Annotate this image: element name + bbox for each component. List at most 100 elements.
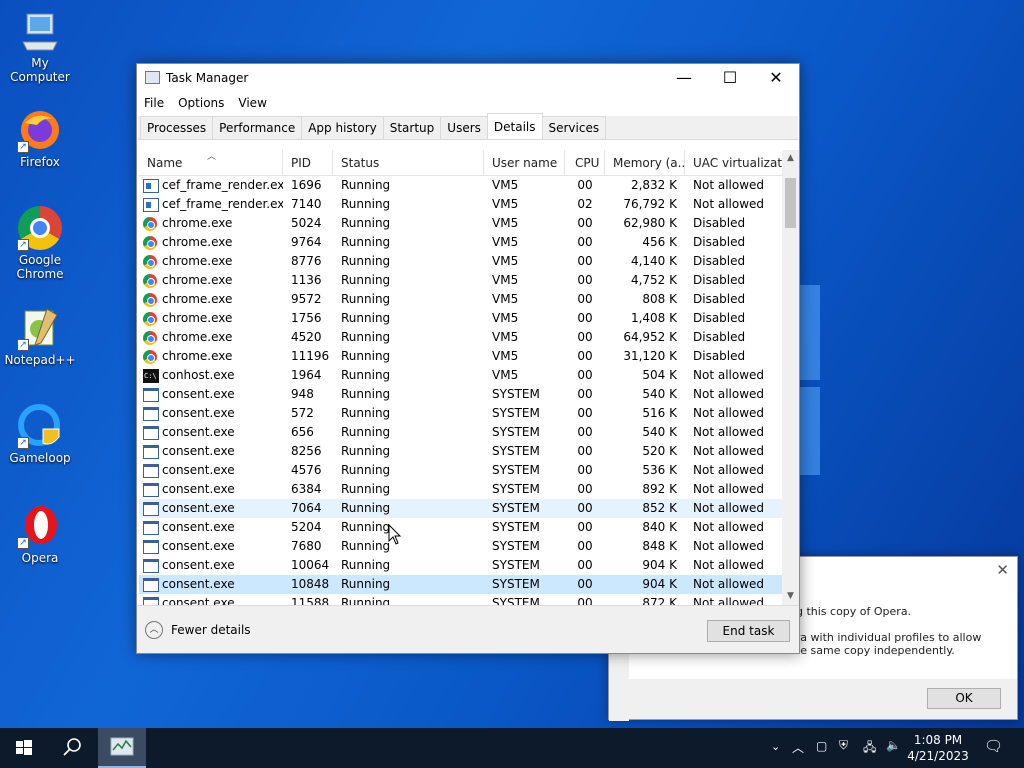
fewer-details-button[interactable]: ︿ Fewer details (145, 621, 251, 639)
cell-status: Running (341, 216, 391, 230)
table-row[interactable]: chrome.exe 9764 Running VM5 00 456 K Disabled (139, 233, 799, 252)
window-icon (143, 539, 159, 554)
scroll-down-icon[interactable]: ▼ (782, 588, 799, 605)
console-icon: C:\ (143, 368, 159, 383)
table-row[interactable]: consent.exe 7064 Running SYSTEM 00 852 K Not a… (139, 499, 799, 518)
cell-user-name: SYSTEM (492, 577, 540, 591)
title-bar[interactable]: Task Manager — ☐ ✕ (137, 64, 799, 92)
desktop-icon-gameloop[interactable]: ↗ Gameloop (0, 403, 80, 465)
column-header-uac-virtualization[interactable]: UAC virtualizat... (685, 150, 785, 176)
network-icon[interactable]: 🖧 (863, 738, 876, 759)
table-row[interactable]: consent.exe 6384 Running SYSTEM 00 892 K Not a… (139, 480, 799, 499)
volume-icon[interactable]: 🔈 (886, 738, 901, 752)
chrome-icon (143, 254, 157, 269)
column-header-cpu[interactable]: CPU (565, 150, 605, 176)
notification-icon[interactable]: 🗨 (984, 737, 1003, 755)
search-button[interactable] (48, 728, 96, 768)
desktop-icon-notepad-plus-plus[interactable]: ↗ Notepad++ (0, 305, 80, 367)
table-row[interactable]: chrome.exe 4520 Running VM5 00 64,952 K Disabl… (139, 328, 799, 347)
table-row[interactable]: C:\ conhost.exe 1964 Running VM5 00 504 K Not a… (139, 366, 799, 385)
desktop-icon-label: My Computer (10, 56, 70, 84)
cell-cpu: 00 (577, 330, 593, 344)
cell-status: Running (341, 463, 391, 477)
menu-options[interactable]: Options (178, 96, 224, 110)
close-icon[interactable]: ✕ (996, 561, 1009, 579)
cell-pid: 8256 (291, 444, 322, 458)
tab-users[interactable]: Users (440, 116, 488, 139)
scroll-down-chevron-icon[interactable]: ⌄ (771, 740, 780, 753)
window-icon (143, 520, 159, 535)
table-row[interactable]: chrome.exe 11196 Running VM5 00 31,120 K Disab… (139, 347, 799, 366)
cell-uac-virtualization: Not allowed (693, 539, 765, 553)
column-header-memory[interactable]: Memory (a... (605, 150, 685, 176)
mouse-cursor-icon (388, 524, 402, 545)
vertical-scrollbar[interactable]: ▲ ▼ (782, 150, 799, 605)
table-row[interactable]: chrome.exe 1756 Running VM5 00 1,408 K Disable… (139, 309, 799, 328)
tab-processes[interactable]: Processes (140, 116, 214, 139)
table-row[interactable]: consent.exe 10064 Running SYSTEM 00 904 K Not … (139, 556, 799, 575)
table-row[interactable]: cef_frame_render.exe 7140 Running VM5 02 76,7… (139, 195, 799, 214)
table-row[interactable]: consent.exe 5204 Running SYSTEM 00 840 K Not a… (139, 518, 799, 537)
tablet-icon[interactable]: ▢ (816, 739, 827, 753)
show-hidden-icons-icon[interactable]: ︿ (792, 739, 804, 756)
menu-file[interactable]: File (144, 96, 164, 110)
ok-button[interactable]: OK (927, 688, 1001, 709)
cell-pid: 1136 (291, 273, 322, 287)
cell-user-name: SYSTEM (492, 463, 540, 477)
table-row[interactable]: consent.exe 4576 Running SYSTEM 00 536 K Not a… (139, 461, 799, 480)
application-icon (143, 178, 159, 193)
chrome-icon: ↗ (17, 205, 63, 251)
table-row[interactable]: consent.exe 8256 Running SYSTEM 00 520 K Not a… (139, 442, 799, 461)
table-row[interactable]: chrome.exe 5024 Running VM5 00 62,980 K Disabl… (139, 214, 799, 233)
shortcut-arrow-icon: ↗ (17, 537, 29, 549)
table-row[interactable]: cef_frame_render.exe 1696 Running VM5 00 2,83… (139, 176, 799, 195)
table-row[interactable]: consent.exe 10848 Running SYSTEM 00 904 K Not … (139, 575, 799, 594)
chrome-icon (143, 330, 157, 345)
menu-view[interactable]: View (238, 96, 266, 110)
table-body: cef_frame_render.exe 1696 Running VM5 00 2,83… (139, 176, 799, 605)
table-row[interactable]: chrome.exe 1136 Running VM5 00 4,752 K Disable… (139, 271, 799, 290)
close-button[interactable]: ✕ (753, 64, 799, 92)
column-header-status[interactable]: Status (333, 150, 484, 176)
desktop-icon-my-computer[interactable]: My Computer (0, 8, 80, 84)
tab-details[interactable]: Details (486, 113, 543, 139)
table-row[interactable]: consent.exe 7680 Running SYSTEM 00 848 K Not a… (139, 537, 799, 556)
cell-user-name: VM5 (492, 330, 519, 344)
system-clock[interactable]: 1:08 PM 4/21/2023 (905, 732, 971, 764)
minimize-button[interactable]: — (661, 64, 707, 92)
tab-startup[interactable]: Startup (382, 116, 442, 139)
column-header-pid[interactable]: PID (283, 150, 333, 176)
scroll-thumb[interactable] (785, 178, 796, 228)
cell-cpu: 00 (577, 520, 593, 534)
column-header-user-name[interactable]: User name (484, 150, 565, 176)
table-row[interactable]: chrome.exe 8776 Running VM5 00 4,140 K Disable… (139, 252, 799, 271)
scroll-up-icon[interactable]: ▲ (782, 150, 799, 167)
cell-uac-virtualization: Disabled (693, 349, 746, 363)
taskbar: ⌄ ︿ ▢ ⛨ 🖧 🔈 1:08 PM 4/21/2023 🗨 (0, 728, 1024, 768)
desktop-icon-label: Google Chrome (16, 253, 64, 281)
cell-name: consent.exe (139, 575, 283, 594)
table-row[interactable]: consent.exe 656 Running SYSTEM 00 540 K Not al… (139, 423, 799, 442)
maximize-button[interactable]: ☐ (707, 64, 753, 92)
desktop-icon-google-chrome[interactable]: ↗ Google Chrome (0, 205, 80, 281)
table-row[interactable]: chrome.exe 9572 Running VM5 00 808 K Disabled (139, 290, 799, 309)
table-row[interactable]: consent.exe 11588 Running SYSTEM 00 872 K Not … (139, 594, 799, 605)
tab-app-history[interactable]: App history (301, 116, 384, 139)
desktop-icon-firefox[interactable]: ↗ Firefox (0, 107, 80, 169)
security-alert-icon[interactable]: ⛨ (839, 738, 848, 753)
cell-name: consent.exe (139, 537, 283, 556)
table-row[interactable]: consent.exe 572 Running SYSTEM 00 516 K Not al… (139, 404, 799, 423)
cell-user-name: VM5 (492, 273, 519, 287)
taskbar-task-manager[interactable] (98, 728, 146, 768)
tab-services[interactable]: Services (541, 116, 607, 139)
start-button[interactable] (0, 728, 48, 768)
desktop-icon-opera[interactable]: ↗ Opera (0, 503, 80, 565)
window-icon (143, 558, 159, 573)
desktop-icon-label: Firefox (20, 155, 60, 169)
cell-memory: 504 K (642, 368, 677, 382)
cell-pid: 9764 (291, 235, 322, 249)
table-row[interactable]: consent.exe 948 Running SYSTEM 00 540 K Not al… (139, 385, 799, 404)
tab-performance[interactable]: Performance (212, 116, 303, 139)
end-task-button[interactable]: End task (707, 620, 790, 642)
cell-status: Running (341, 501, 391, 515)
